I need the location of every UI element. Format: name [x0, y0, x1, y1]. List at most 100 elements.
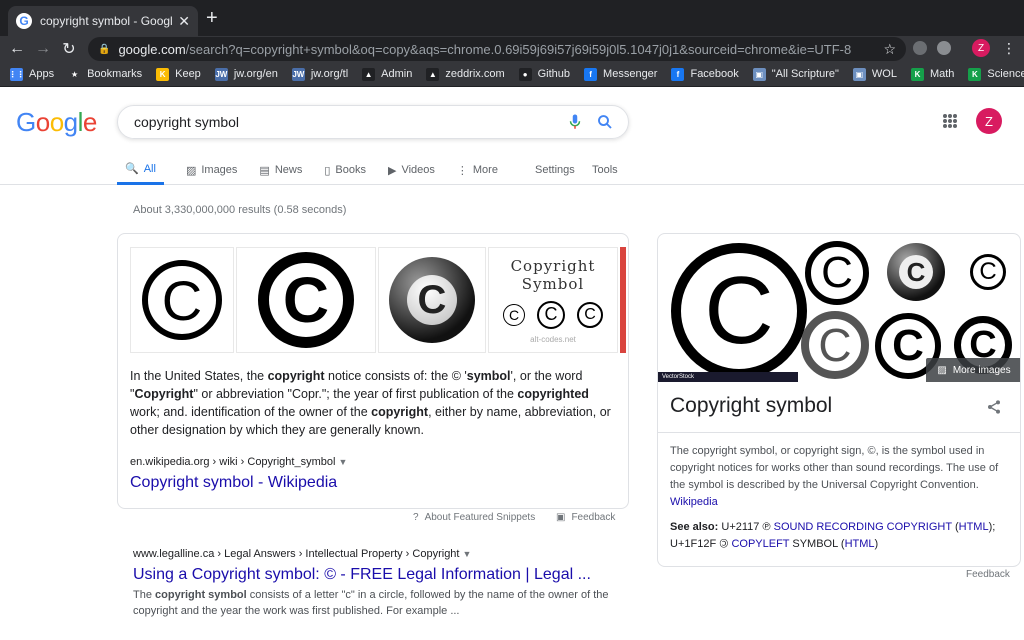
browser-menu-icon[interactable]: ⋮: [1002, 40, 1016, 57]
tab-news[interactable]: ▤ News: [259, 155, 302, 185]
google-logo[interactable]: Google: [16, 107, 97, 138]
copyright-icon: C: [805, 241, 869, 305]
bookmark-label: Keep: [175, 68, 201, 80]
tab-title: copyright symbol - Google Search: [40, 14, 173, 28]
featured-snippet: C C C Copyright Symbol C C C alt-codes.ne…: [117, 233, 629, 509]
snippet-text: In the United States, the copyright noti…: [130, 369, 611, 437]
extension-icon[interactable]: [913, 41, 927, 55]
tab-more[interactable]: ⋮ More: [457, 155, 498, 185]
copyright-icon: C: [577, 301, 603, 328]
back-icon[interactable]: ←: [4, 40, 30, 58]
address-bar[interactable]: 🔒 google.com /search?q=copyright+symbol&…: [88, 37, 906, 61]
copyleft-link[interactable]: COPYLEFT: [731, 538, 789, 550]
bookmark-item[interactable]: ● Github: [518, 67, 571, 81]
copyright-image[interactable]: C: [670, 242, 808, 380]
bookmark-icon: K: [156, 67, 170, 81]
wikipedia-source-link[interactable]: Wikipedia: [670, 496, 718, 508]
bookmark-label: Github: [537, 68, 571, 80]
html-link[interactable]: HTML: [845, 538, 875, 550]
html-link[interactable]: HTML: [959, 521, 989, 533]
video-icon: ▶: [387, 164, 397, 177]
new-tab-icon[interactable]: +: [206, 8, 218, 28]
share-icon[interactable]: [986, 399, 1002, 415]
result-stats: About 3,330,000,000 results (0.58 second…: [133, 204, 347, 216]
bookmark-star-icon[interactable]: ☆: [883, 41, 896, 58]
search-box[interactable]: copyright symbol: [117, 105, 629, 139]
bookmark-item[interactable]: ★ Bookmarks: [68, 67, 143, 81]
result-title-link[interactable]: Using a Copyright symbol: © - FREE Legal…: [133, 566, 613, 584]
copyright-image[interactable]: C: [802, 238, 872, 308]
url-path: /search?q=copyright+symbol&oq=copy&aqs=c…: [185, 41, 852, 57]
bookmark-item[interactable]: ▣ "All Scripture": [752, 67, 839, 81]
knowledge-panel-images[interactable]: C VectorStock C C C C C C ▨ More images: [658, 234, 1020, 384]
reload-icon[interactable]: ↻: [56, 39, 82, 59]
bookmark-label: jw.org/tl: [310, 68, 349, 80]
bookmark-item[interactable]: f Messenger: [584, 67, 657, 81]
search-icon[interactable]: [596, 113, 614, 131]
bookmark-item[interactable]: JW jw.org/tl: [291, 67, 349, 81]
bookmark-label: Facebook: [690, 68, 739, 80]
knowledge-panel-feedback[interactable]: Feedback: [966, 569, 1010, 580]
google-favicon-icon: G: [16, 13, 32, 29]
bookmark-item[interactable]: ▣ WOL: [852, 67, 897, 81]
snippet-source-cite[interactable]: en.wikipedia.org › wiki › Copyright_symb…: [130, 456, 347, 468]
bookmark-item[interactable]: ▲ zeddrix.com: [426, 67, 505, 81]
partial-thumb[interactable]: [620, 247, 626, 353]
microphone-icon[interactable]: [566, 113, 584, 131]
result-cite[interactable]: www.legalline.ca › Legal Answers › Intel…: [133, 548, 613, 560]
settings-link[interactable]: Settings: [535, 155, 575, 185]
bookmark-label: Science: [987, 68, 1024, 80]
snippet-feedback[interactable]: ▣ Feedback: [556, 512, 615, 523]
bookmark-icon: ⋮⋮: [8, 67, 25, 81]
more-images-button[interactable]: ▨ More images: [926, 358, 1020, 382]
bookmark-icon: ▲: [426, 67, 440, 81]
copyright-image-thumb[interactable]: C: [236, 247, 376, 353]
google-header: Google copyright symbol Z 🔍 All ▨ Images ▤…: [0, 87, 1024, 185]
tab-books[interactable]: ▯ Books: [324, 155, 366, 185]
copyright-image-thumb[interactable]: C: [378, 247, 486, 353]
bookmark-label: zeddrix.com: [445, 68, 505, 80]
google-apps-icon[interactable]: [943, 114, 957, 128]
copyright-image-thumb[interactable]: Copyright Symbol C C C alt-codes.net: [488, 247, 618, 353]
copyright-image[interactable]: C: [798, 308, 872, 382]
tab-images[interactable]: ▨ Images: [186, 155, 237, 185]
book-icon: ▯: [324, 164, 331, 177]
result-snippet: The copyright symbol consists of a lette…: [133, 589, 609, 617]
snippet-link[interactable]: Copyright symbol - Wikipedia: [130, 474, 337, 492]
search-tabs: 🔍 All ▨ Images ▤ News ▯ Books ▶ Videos ⋮ More: [117, 155, 520, 185]
drive-extension-icon[interactable]: [937, 41, 951, 55]
copyright-icon: C: [970, 254, 1006, 290]
bookmark-item[interactable]: JW jw.org/en: [214, 67, 278, 81]
tab-all[interactable]: 🔍 All: [117, 155, 164, 185]
bookmark-item[interactable]: ⋮⋮ Apps: [8, 67, 54, 81]
tab-videos[interactable]: ▶ Videos: [388, 155, 435, 185]
profile-avatar[interactable]: Z: [972, 39, 990, 57]
copyright-icon: C: [801, 311, 869, 379]
bookmark-icon: ●: [518, 67, 532, 81]
bookmark-item[interactable]: f Facebook: [671, 67, 739, 81]
bookmark-label: "All Scripture": [771, 68, 839, 80]
sound-recording-link[interactable]: SOUND RECORDING COPYRIGHT: [774, 521, 952, 533]
see-also: See also: U+2117 ℗ SOUND RECORDING COPYR…: [670, 521, 996, 550]
copyright-image-thumb[interactable]: C: [130, 247, 234, 353]
more-dots-icon: ⋮: [456, 164, 468, 177]
bookmark-item[interactable]: ▲ Admin: [362, 67, 412, 81]
forward-icon[interactable]: →: [30, 40, 56, 58]
browser-tab[interactable]: G copyright symbol - Google Search ✕: [8, 6, 198, 36]
bookmark-icon: K: [968, 67, 982, 81]
bookmark-item[interactable]: K Math: [910, 67, 954, 81]
tools-link[interactable]: Tools: [592, 155, 618, 185]
search-input[interactable]: copyright symbol: [134, 114, 566, 130]
copyright-image[interactable]: C: [882, 238, 950, 306]
tab-label: News: [274, 164, 303, 176]
copyright-image[interactable]: C: [964, 248, 1012, 296]
bookmark-item[interactable]: K Science: [968, 67, 1024, 81]
bookmark-item[interactable]: K Keep: [156, 67, 201, 81]
bookmark-label: Bookmarks: [87, 68, 143, 80]
close-tab-icon[interactable]: ✕: [178, 13, 190, 30]
copyright-icon: C: [537, 300, 565, 329]
account-avatar[interactable]: Z: [976, 108, 1002, 134]
about-featured-snippets[interactable]: ? About Featured Snippets: [413, 512, 535, 523]
copyright-icon: C: [142, 260, 222, 340]
url-host: google.com: [118, 41, 186, 57]
